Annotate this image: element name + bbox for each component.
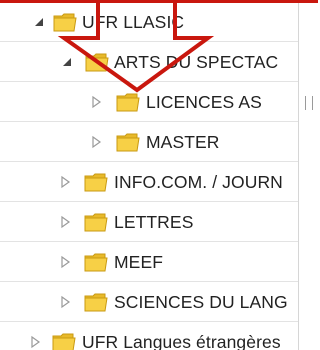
folder-icon <box>53 13 77 32</box>
tree-row-sciences-du-langage[interactable]: SCIENCES DU LANG <box>0 282 298 322</box>
folder-icon <box>116 93 140 112</box>
expanded-triangle-icon[interactable] <box>32 15 46 29</box>
folder-icon <box>116 133 140 152</box>
folder-icon <box>85 53 109 72</box>
tree-row-arts-du-spectacle[interactable]: ARTS DU SPECTAC <box>0 42 298 82</box>
collapsed-triangle-icon[interactable] <box>89 135 103 149</box>
folder-tree: UFR LLASIC ARTS DU SPECTAC LICENCES AS M… <box>0 0 298 350</box>
scrollbar-grip-icon[interactable] <box>305 96 313 110</box>
tree-row-label[interactable]: LETTRES <box>114 211 193 233</box>
tree-row-label[interactable]: ARTS DU SPECTAC <box>114 51 278 73</box>
folder-icon <box>84 293 108 312</box>
tree-row-label[interactable]: LICENCES AS <box>146 91 262 113</box>
annotation-top-edge <box>0 0 318 3</box>
tree-row-ufr-langues[interactable]: UFR Langues étrangères <box>0 322 298 350</box>
vertical-scrollbar[interactable] <box>298 0 318 350</box>
expanded-triangle-icon[interactable] <box>60 55 74 69</box>
folder-icon <box>52 333 76 350</box>
collapsed-triangle-icon[interactable] <box>89 95 103 109</box>
folder-icon <box>84 253 108 272</box>
collapsed-triangle-icon[interactable] <box>28 335 42 349</box>
tree-row-licences-as[interactable]: LICENCES AS <box>0 82 298 122</box>
tree-row-meef[interactable]: MEEF <box>0 242 298 282</box>
collapsed-triangle-icon[interactable] <box>58 295 72 309</box>
tree-row-label[interactable]: MEEF <box>114 251 163 273</box>
collapsed-triangle-icon[interactable] <box>58 255 72 269</box>
tree-row-label[interactable]: INFO.COM. / JOURN <box>114 171 283 193</box>
tree-row-info-com[interactable]: INFO.COM. / JOURN <box>0 162 298 202</box>
collapsed-triangle-icon[interactable] <box>58 215 72 229</box>
folder-icon <box>84 213 108 232</box>
tree-row-label[interactable]: UFR Langues étrangères <box>82 331 281 350</box>
tree-row-ufr-llasic[interactable]: UFR LLASIC <box>0 2 298 42</box>
tree-row-label[interactable]: MASTER <box>146 131 220 153</box>
folder-icon <box>84 173 108 192</box>
tree-row-master[interactable]: MASTER <box>0 122 298 162</box>
tree-row-lettres[interactable]: LETTRES <box>0 202 298 242</box>
collapsed-triangle-icon[interactable] <box>58 175 72 189</box>
tree-row-label[interactable]: SCIENCES DU LANG <box>114 291 288 313</box>
tree-row-label[interactable]: UFR LLASIC <box>82 11 184 33</box>
